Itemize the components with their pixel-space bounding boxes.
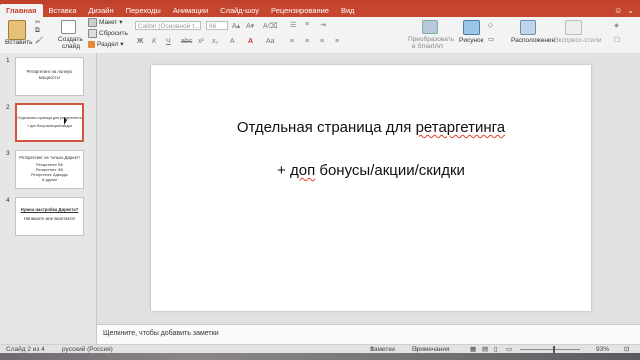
bold-icon[interactable]: Ж	[137, 38, 143, 45]
slide-text: Отдельная страница для	[236, 119, 416, 136]
tab-insert[interactable]: Вставка	[43, 4, 83, 17]
slide-text: +	[277, 162, 290, 179]
reset-button[interactable]: Сбросить	[88, 29, 128, 38]
misspelled-word: доп	[289, 162, 316, 179]
tab-animations[interactable]: Анимации	[167, 4, 214, 17]
tab-review[interactable]: Рецензирование	[265, 4, 335, 17]
slide-number: 2	[6, 104, 10, 111]
indent-icon[interactable]: ⇥	[320, 21, 326, 29]
copy-icon[interactable]: ⧉	[35, 27, 40, 35]
paste-button[interactable]: Вставить	[5, 39, 33, 46]
font-color-icon[interactable]: A	[248, 38, 253, 45]
subscript-icon[interactable]: x₂	[212, 38, 218, 45]
textbox-icon[interactable]: ▭	[488, 35, 494, 43]
chevron-down-icon[interactable]: ⌄	[627, 6, 634, 15]
clear-format-icon[interactable]: A⌫	[263, 22, 278, 30]
slide-thumbnail-2[interactable]: Отдельная страница для ретаргетинга + до…	[15, 103, 84, 142]
align-left-icon[interactable]: ≡	[290, 38, 294, 45]
slide-number: 1	[6, 57, 10, 64]
cut-icon[interactable]: ✂	[35, 18, 40, 26]
convert-smartart-button[interactable]: Преобразовать	[408, 36, 454, 43]
font-name-select[interactable]: Calibri (Основной т...	[135, 21, 201, 30]
format-painter-icon[interactable]: 🖌	[35, 36, 43, 44]
tab-home[interactable]: Главная	[0, 4, 43, 17]
macos-dock	[0, 353, 640, 360]
thumb-text: + доп бонусы/акции/скидки	[26, 124, 72, 128]
justify-icon[interactable]: ≡	[335, 38, 339, 45]
thumb-text: Ретаргетинг не только Директ!	[19, 155, 80, 160]
thumb-text: Напишите мне вконтакте!	[23, 216, 76, 221]
tab-view[interactable]: Вид	[335, 4, 361, 17]
thumb-text: Ретаргетинг на полную	[26, 69, 73, 74]
tab-design[interactable]: Дизайн	[82, 4, 119, 17]
bullets-icon[interactable]: ☰	[290, 21, 296, 29]
underline-icon[interactable]: Ч	[166, 38, 171, 45]
smiley-icon[interactable]: ☺	[614, 6, 622, 15]
new-slide-button-line2: слайд	[62, 43, 81, 50]
ribbon-tab-bar: Главная Вставка Дизайн Переходы Анимации…	[0, 4, 640, 17]
arrange-button[interactable]: Расположение	[511, 37, 555, 44]
numbering-icon[interactable]: ≡	[305, 21, 309, 28]
thumb-text: И другие	[41, 178, 58, 182]
outline-icon[interactable]: ▢	[614, 35, 620, 43]
clipboard-icon[interactable]	[8, 20, 26, 40]
thumb-text: Нужна настройка Директа?	[20, 207, 79, 212]
convert-smartart-line2: в SmartArt	[412, 43, 443, 50]
misspelled-word: ретаргетинга	[415, 119, 506, 136]
slide-number: 3	[6, 150, 10, 157]
layout-button[interactable]: Макет ▾	[88, 18, 122, 27]
arrange-icon[interactable]	[520, 20, 536, 35]
font-size-select[interactable]: 66	[206, 21, 228, 30]
slide-thumbnail-1[interactable]: Ретаргетинг на полную мощность!	[15, 57, 84, 96]
picture-icon[interactable]	[463, 20, 480, 35]
align-right-icon[interactable]: ≡	[320, 38, 324, 45]
tab-transitions[interactable]: Переходы	[120, 4, 167, 17]
slide-text-line-1[interactable]: Отдельная страница для ретаргетинга	[151, 119, 591, 136]
slide-thumbnail-4[interactable]: Нужна настройка Директа? Напишите мне вк…	[15, 197, 84, 236]
new-slide-icon[interactable]	[61, 20, 76, 34]
slide-editor: Отдельная страница для ретаргетинга + до…	[97, 53, 640, 324]
layout-label: Макет	[99, 19, 118, 27]
layout-icon	[88, 18, 97, 27]
zoom-slider[interactable]	[520, 349, 580, 350]
shapes-icon[interactable]: ◇	[488, 21, 493, 29]
slide-text-line-2[interactable]: + доп бонусы/акции/скидки	[151, 162, 591, 179]
new-slide-button[interactable]: Создать	[58, 36, 83, 43]
slide-thumbnail-3[interactable]: Ретаргетинг не только Директ! Ретаргетин…	[15, 150, 84, 189]
shrink-font-icon[interactable]: A▾	[246, 22, 254, 30]
quick-styles-icon[interactable]	[565, 20, 582, 35]
notes-input[interactable]: Щелкните, чтобы добавить заметки	[97, 324, 640, 344]
slide-thumbnails-panel: 1 Ретаргетинг на полную мощность! 2 Отде…	[0, 53, 97, 344]
highlight-icon[interactable]: A	[230, 38, 235, 45]
picture-button[interactable]: Рисунок	[459, 37, 484, 44]
grow-font-icon[interactable]: A▴	[232, 22, 240, 30]
smartart-icon[interactable]	[422, 20, 438, 34]
mouse-cursor-icon	[64, 117, 67, 125]
slide-number: 4	[6, 197, 10, 204]
section-icon	[88, 40, 95, 48]
thumb-text: мощность!	[38, 75, 61, 80]
italic-icon[interactable]: К	[152, 38, 156, 45]
section-label: Раздел	[97, 41, 119, 48]
text-effects-icon[interactable]: Aa	[266, 38, 275, 45]
current-slide[interactable]: Отдельная страница для ретаргетинга + до…	[151, 65, 591, 311]
align-center-icon[interactable]: ≡	[305, 38, 309, 45]
zoom-thumb[interactable]	[553, 346, 555, 353]
strikethrough-icon[interactable]: abc	[181, 38, 192, 45]
superscript-icon[interactable]: x²	[198, 38, 204, 45]
slide-text: бонусы/акции/скидки	[315, 162, 465, 179]
quick-styles-button[interactable]: Экспресс-стили	[554, 37, 602, 44]
tab-slideshow[interactable]: Слайд-шоу	[214, 4, 265, 17]
thumb-text: Отдельная страница для ретаргетинга	[17, 116, 82, 120]
reset-icon	[88, 29, 97, 38]
section-button[interactable]: Раздел ▾	[88, 40, 124, 48]
ribbon-home: Вставить ✂ ⧉ 🖌 Создать слайд Макет ▾ Сбр…	[0, 17, 640, 54]
reset-label: Сбросить	[99, 30, 128, 38]
fill-icon[interactable]: ◈	[614, 21, 619, 29]
